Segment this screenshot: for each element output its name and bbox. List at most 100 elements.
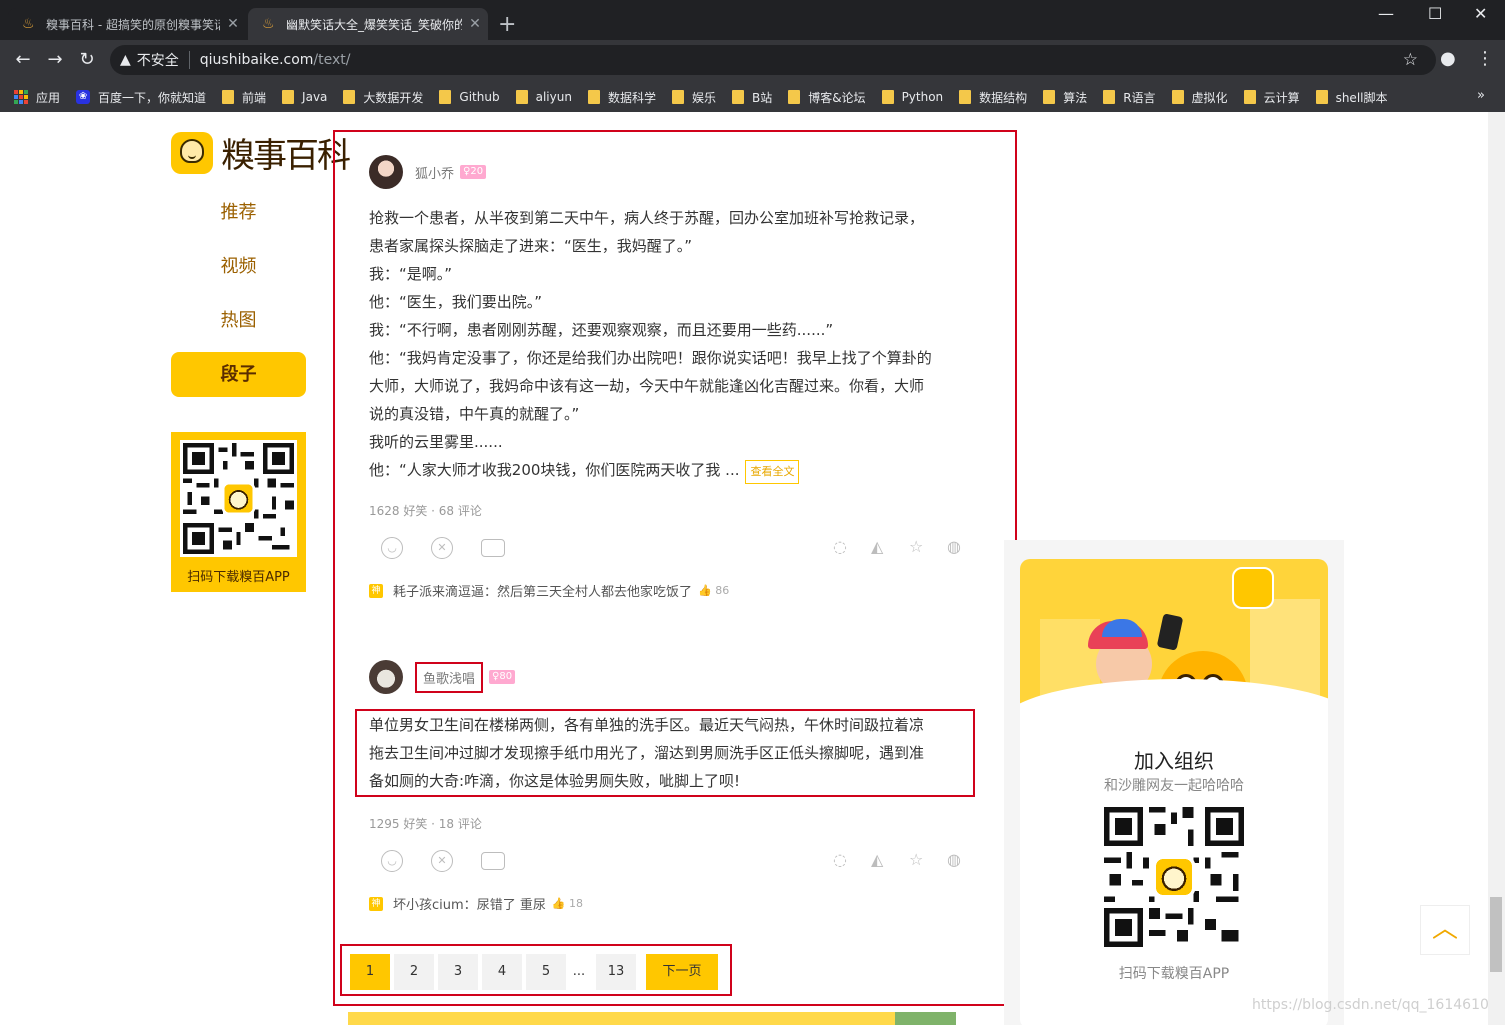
close-window-button[interactable]: ✕ [1474, 4, 1487, 23]
nav-item-recommend[interactable]: 推荐 [171, 190, 306, 235]
wechat-share-icon[interactable]: ◌ [833, 850, 847, 869]
tab-close-icon[interactable]: ✕ [220, 16, 246, 32]
bookmark-baidu[interactable]: ❀ 百度一下，你就知道 [76, 89, 206, 106]
bookmark-label: aliyun [535, 90, 572, 104]
bookmark-label: 应用 [36, 90, 61, 105]
read-more-button[interactable]: 查看全文 [745, 460, 800, 484]
folder-icon [671, 90, 684, 104]
content-line: 拖去卫生间冲过脚才发现擦手纸巾用光了，溜达到男厕洗手区正低头擦脚呢，遇到准 [369, 744, 925, 762]
bookmark-apps[interactable]: 应用 [14, 89, 60, 106]
page-5-button[interactable]: 5 [526, 954, 566, 990]
bookmark-folder[interactable]: 数据结构 [959, 89, 1027, 106]
tab-bar: ♨ 糗事百科 - 超搞笑的原创糗事笑话 ✕ ♨ 幽默笑话大全_爆笑笑话_笑破你的… [0, 0, 1505, 40]
maximize-button[interactable]: ☐ [1428, 4, 1442, 23]
bookmark-folder[interactable]: 算法 [1043, 89, 1087, 106]
folder-icon [881, 90, 894, 104]
nav-item-hot-pics[interactable]: 热图 [171, 298, 306, 343]
bookmark-label: Java [302, 90, 328, 104]
hot-comment-likes: 👍 18 [551, 897, 584, 910]
bookmark-folder[interactable]: 云计算 [1243, 89, 1300, 106]
not-funny-vote-icon[interactable]: ✕ [431, 537, 453, 559]
baidu-paw-icon: ❀ [76, 90, 91, 104]
security-label[interactable]: 不安全 [137, 50, 179, 70]
qzone-star-icon[interactable]: ☆ [909, 537, 923, 556]
bookmark-label: 大数据开发 [363, 90, 424, 105]
bookmark-label: R语言 [1123, 90, 1156, 105]
avatar[interactable] [369, 155, 403, 189]
funny-vote-icon[interactable]: ◡ [381, 537, 403, 559]
tab-title: 幽默笑话大全_爆笑笑话_笑破你的 [286, 17, 462, 32]
tab-qiushibaike-home[interactable]: ♨ 糗事百科 - 超搞笑的原创糗事笑话 ✕ [8, 8, 246, 40]
avatar[interactable] [369, 660, 403, 694]
bookmark-folder[interactable]: 博客&论坛 [788, 89, 866, 106]
bookmark-folder[interactable]: shell脚本 [1315, 89, 1388, 106]
hot-comment[interactable]: 神 坏小孩cium： 尿错了 重尿 👍 18 [369, 894, 989, 913]
bookmark-folder[interactable]: R语言 [1103, 89, 1156, 106]
author-name[interactable]: 狐小乔 [415, 163, 454, 182]
folder-icon [788, 90, 801, 104]
page-2-button[interactable]: 2 [394, 954, 434, 990]
profile-avatar-icon[interactable]: ● [1440, 48, 1456, 69]
folder-icon [515, 90, 528, 104]
author-name[interactable]: 鱼歌浅唱 [415, 661, 484, 693]
reload-button[interactable]: ↻ [75, 49, 99, 71]
bookmark-folder[interactable]: Github [439, 90, 500, 104]
new-tab-button[interactable]: + [498, 12, 516, 38]
tab-close-icon[interactable]: ✕ [462, 16, 488, 32]
bookmark-folder[interactable]: aliyun [515, 90, 572, 104]
level-value: 80 [499, 671, 513, 682]
hot-comment-user[interactable]: 坏小孩cium [393, 894, 464, 913]
browser-menu-icon[interactable]: ⋮ [1476, 48, 1494, 69]
app-logo-icon [1232, 567, 1274, 609]
minimize-button[interactable]: — [1378, 4, 1394, 23]
bookmark-folder[interactable]: Python [881, 90, 943, 104]
page-4-button[interactable]: 4 [482, 954, 522, 990]
bookmark-folder[interactable]: 娱乐 [671, 89, 716, 106]
joke-post: 狐小乔 ♀20 抢救一个患者，从半夜到第二天中午，病人终于苏醒，回办公室加班补写… [369, 154, 989, 600]
bookmark-folder[interactable]: 虚拟化 [1171, 89, 1228, 106]
page-1-button[interactable]: 1 [350, 954, 390, 990]
comment-icon[interactable] [481, 539, 505, 557]
bookmarks-overflow-button[interactable]: » [1477, 88, 1485, 103]
comment-icon[interactable] [481, 852, 505, 870]
weibo-share-icon[interactable]: ◍ [947, 537, 961, 556]
joke-content[interactable]: 单位男女卫生间在楼梯两侧，各有单独的洗手区。最近天气闷热，午休时间趿拉着凉 拖去… [355, 709, 975, 797]
bookmark-folder[interactable]: 大数据开发 [343, 89, 423, 106]
bookmark-folder[interactable]: 前端 [222, 89, 266, 106]
scrollbar-track[interactable] [1488, 112, 1505, 1025]
join-banner-illustration [1020, 559, 1328, 729]
next-page-button[interactable]: 下一页 [646, 954, 718, 990]
funny-vote-icon[interactable]: ◡ [381, 850, 403, 872]
bookmark-star-icon[interactable]: ☆ [1403, 50, 1418, 70]
bookmark-label: 数据结构 [979, 90, 1028, 105]
wechat-share-icon[interactable]: ◌ [833, 537, 847, 556]
back-button[interactable]: ← [11, 49, 35, 71]
joke-content[interactable]: 抢救一个患者，从半夜到第二天中午，病人终于苏醒，回办公室加班补写抢救记录， 患者… [369, 204, 989, 484]
not-funny-vote-icon[interactable]: ✕ [431, 850, 453, 872]
forward-button[interactable]: → [43, 49, 67, 71]
page-3-button[interactable]: 3 [438, 954, 478, 990]
post-author: 狐小乔 ♀20 [369, 154, 989, 190]
back-to-top-button[interactable]: ︿ [1420, 905, 1470, 955]
site-logo[interactable]: 糗事百科 [171, 128, 351, 177]
nav-item-video[interactable]: 视频 [171, 244, 306, 289]
joke-feed: 狐小乔 ♀20 抢救一个患者，从半夜到第二天中午，病人终于苏醒，回办公室加班补写… [333, 130, 1017, 1006]
bookmark-label: 数据科学 [607, 90, 656, 105]
tab-text-jokes[interactable]: ♨ 幽默笑话大全_爆笑笑话_笑破你的 ✕ [248, 8, 488, 40]
hot-comment[interactable]: 神 耗子派来滴逗逼： 然后第三天全村人都去他家吃饭了 👍 86 [369, 581, 989, 600]
scrollbar-thumb[interactable] [1490, 897, 1502, 972]
bookmark-folder[interactable]: 数据科学 [587, 89, 656, 106]
page-13-button[interactable]: 13 [596, 954, 636, 990]
qq-share-icon[interactable]: ◭ [871, 537, 883, 556]
address-bar[interactable]: ▲ 不安全 qiushibaike.com/text/ ☆ [110, 45, 1436, 75]
hot-comment-user[interactable]: 耗子派来滴逗逼 [393, 581, 484, 600]
content-line: 大师，大师说了，我妈命中该有这一劫，今天中午就能逢凶化吉醒过来。你看，大师 [369, 377, 925, 395]
bookmark-label: B站 [751, 90, 773, 105]
nav-item-text-jokes[interactable]: 段子 [171, 352, 306, 397]
qzone-star-icon[interactable]: ☆ [909, 850, 923, 869]
weibo-share-icon[interactable]: ◍ [947, 850, 961, 869]
bookmark-label: 百度一下，你就知道 [98, 90, 207, 105]
qq-share-icon[interactable]: ◭ [871, 850, 883, 869]
bookmark-folder[interactable]: Java [282, 90, 327, 104]
bookmark-folder[interactable]: B站 [731, 89, 773, 106]
